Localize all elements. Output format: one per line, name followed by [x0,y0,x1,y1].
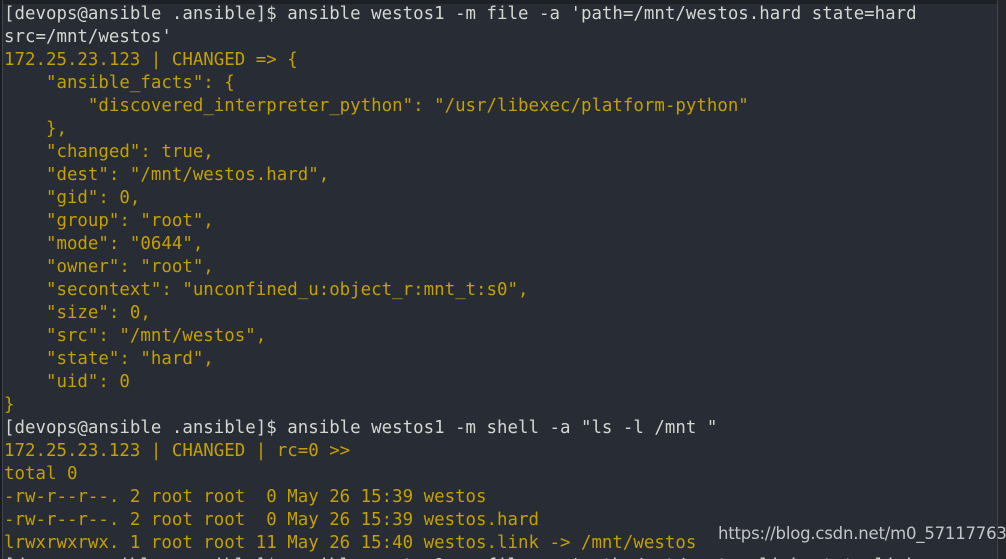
window-right-edge [998,0,1006,559]
terminal-line: "group": "root", [4,211,214,231]
terminal-line: "secontext": "unconfined_u:object_r:mnt_… [4,280,529,300]
watermark-text: https://blog.csdn.net/m0_57117763 [718,524,1006,543]
terminal-line: [devops@ansible .ansible]$ ansible westo… [4,418,718,438]
window-left-border-line [2,0,3,559]
terminal-line: "state": "hard", [4,349,214,369]
terminal-line-clipped: [devops@ansible .ansible]$ ansible westo… [4,555,997,559]
terminal-output-area[interactable]: [devops@ansible .ansible]$ ansible westo… [4,3,997,559]
terminal-line: "mode": "0644", [4,234,204,254]
terminal-line: } [4,395,15,415]
terminal-line: "discovered_interpreter_python": "/usr/l… [4,96,749,116]
terminal-line: "owner": "root", [4,257,214,277]
terminal-line: }, [4,119,67,139]
terminal-line: src=/mnt/westos' [4,27,172,47]
terminal-window[interactable]: [devops@ansible .ansible]$ ansible westo… [0,0,1006,559]
terminal-line: "gid": 0, [4,188,141,208]
terminal-line: total 0 [4,464,78,484]
terminal-line: -rw-r--r--. 2 root root 0 May 26 15:39 w… [4,487,487,507]
terminal-line: "size": 0, [4,303,151,323]
terminal-line: "dest": "/mnt/westos.hard", [4,165,330,185]
terminal-line: "uid": 0 [4,372,130,392]
window-right-border-line [997,0,998,559]
terminal-line: 172.25.23.123 | CHANGED => { [4,50,298,70]
terminal-line: "ansible_facts": { [4,73,235,93]
terminal-line: 172.25.23.123 | CHANGED | rc=0 >> [4,441,351,461]
terminal-line: "src": "/mnt/westos", [4,326,267,346]
terminal-line: [devops@ansible .ansible]$ ansible westo… [4,4,917,24]
terminal-line: "changed": true, [4,142,214,162]
